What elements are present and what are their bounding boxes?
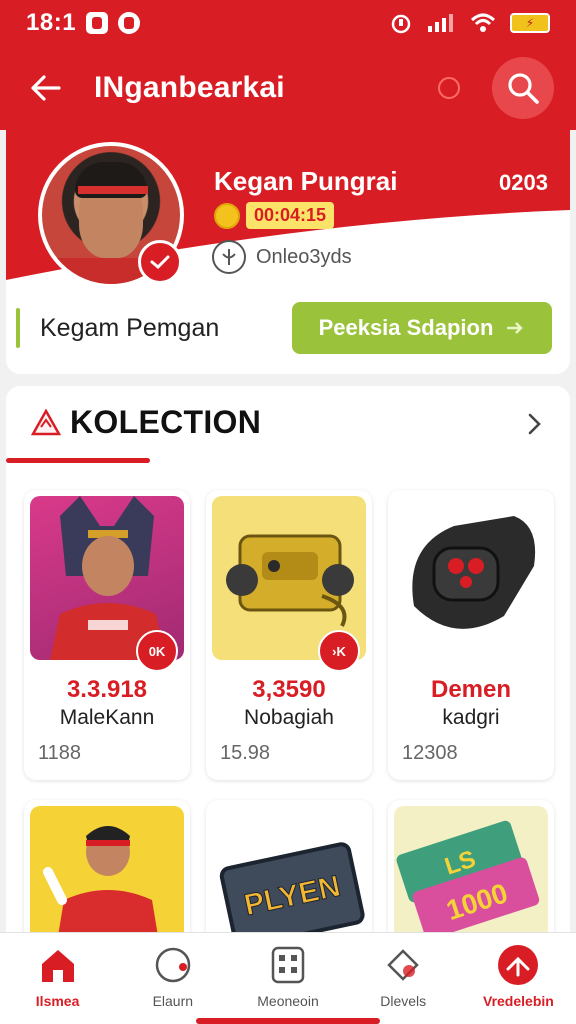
collection-header: KOLECTION xyxy=(30,404,261,441)
profile-icon xyxy=(496,943,540,987)
grid-icon xyxy=(266,943,310,987)
profile-handle: Onleo3yds xyxy=(256,245,352,268)
collection-section: KOLECTION 0K 3.3.918 MaleKann 1188 ›K 3,… xyxy=(6,386,570,960)
collection-card[interactable]: Demen kadgri 12308 xyxy=(388,490,554,780)
nav-item-explore[interactable]: Elaurn xyxy=(115,933,230,1024)
coin-balance: 00:04:15 xyxy=(214,202,335,229)
coin-icon xyxy=(214,202,240,229)
nav-label: Dlevels xyxy=(380,993,427,1009)
status-time: 18:1 xyxy=(26,9,77,36)
collection-icon xyxy=(30,407,62,435)
card-image xyxy=(394,496,548,660)
collection-title: KOLECTION xyxy=(70,404,262,440)
handle-icon xyxy=(212,240,246,274)
search-button[interactable] xyxy=(492,57,554,119)
arrow-right-icon xyxy=(507,322,524,334)
nav-item-home[interactable]: Ilsmea xyxy=(0,933,115,1024)
nav-item-levels[interactable]: Dlevels xyxy=(346,933,461,1024)
back-button[interactable] xyxy=(26,68,66,108)
collection-underline xyxy=(6,458,150,463)
tag-icon xyxy=(381,943,425,987)
card-meta: 15.98 xyxy=(220,742,271,764)
profile-action-label: Peeksia Sdapion xyxy=(318,315,494,340)
card-meta: 1188 xyxy=(38,742,82,764)
collection-card[interactable]: 0K 3.3.918 MaleKann 1188 xyxy=(24,490,190,780)
nav-item-menu[interactable]: Meoneoin xyxy=(230,933,345,1024)
page-title: INganbearkai xyxy=(94,71,285,104)
chevron-right-icon[interactable] xyxy=(520,410,548,438)
alarm-icon xyxy=(391,14,411,34)
wristband-illustration xyxy=(412,516,536,629)
status-icons: ⚡ xyxy=(390,12,550,34)
profile-count: 0203 xyxy=(499,170,548,195)
status-bar: 18:1 ⚡ xyxy=(0,0,576,46)
realname-accent-bar xyxy=(16,308,20,348)
arrow-left-icon xyxy=(31,75,61,101)
card-badge: 0K xyxy=(136,630,178,672)
home-icon xyxy=(36,943,80,987)
profile-action-button[interactable]: Peeksia Sdapion xyxy=(292,302,552,354)
card-price: 3,3590 xyxy=(252,676,326,703)
home-indicator[interactable] xyxy=(196,1018,380,1024)
notification-app-icon-2 xyxy=(118,12,141,34)
collection-card[interactable]: ›K 3,3590 Nobagiah 15.98 xyxy=(206,490,372,780)
battery-icon: ⚡ xyxy=(510,13,550,33)
card-name: MaleKann xyxy=(59,706,155,729)
card-price: Demen xyxy=(430,676,512,703)
checkmark-icon xyxy=(150,255,170,270)
profile-card: Kegan Pungrai 0203 00:04:15 Onleo3yds Ke… xyxy=(6,130,570,374)
card-meta: 12308 xyxy=(402,742,458,764)
profile-name: Kegan Pungrai xyxy=(214,166,398,196)
nav-label: Vredelebin xyxy=(483,993,554,1009)
wifi-icon xyxy=(470,13,496,32)
handle-row: Onleo3yds xyxy=(212,240,352,274)
circle-icon xyxy=(151,943,195,987)
profile-real-name: Kegam Pemgan xyxy=(40,314,220,342)
nav-label: Elaurn xyxy=(152,993,194,1009)
signal-icon xyxy=(428,14,453,32)
card-badge: ›K xyxy=(318,630,360,672)
search-icon xyxy=(508,73,539,104)
bottom-nav: Ilsmea Elaurn Meoneoin Dlevels Vredelebi… xyxy=(0,932,576,1024)
coin-value: 00:04:15 xyxy=(246,202,335,229)
status-dot-icon xyxy=(438,77,460,99)
nav-label: Ilsmea xyxy=(35,993,80,1009)
verified-badge xyxy=(138,240,182,284)
app-bar: INganbearkai xyxy=(0,46,576,130)
card-price: 3.3.918 xyxy=(66,676,148,703)
notification-app-icon xyxy=(86,12,109,34)
card-name: kadgri xyxy=(442,706,500,729)
avatar-headband xyxy=(78,186,148,194)
card-name: Nobagiah xyxy=(244,706,334,729)
nav-item-profile[interactable]: Vredelebin xyxy=(461,933,576,1024)
nav-label: Meoneoin xyxy=(257,993,319,1009)
